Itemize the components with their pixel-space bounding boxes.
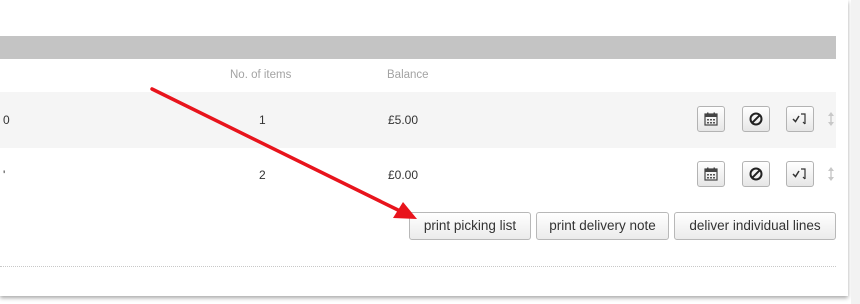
- print-delivery-note-button[interactable]: print delivery note: [536, 212, 669, 240]
- checklist-icon: [792, 168, 806, 180]
- cell-edge-text: 0: [3, 113, 10, 127]
- orders-panel: No. of items Balance 0 1 £5.00 ' 2 £0.00…: [0, 0, 848, 296]
- calendar-icon: [704, 167, 718, 181]
- cancel-button[interactable]: [742, 106, 770, 132]
- cell-balance: £5.00: [388, 113, 419, 127]
- deliver-row-button[interactable]: [786, 106, 814, 132]
- table-row: ' 2 £0.00: [0, 147, 836, 203]
- page-scrollbar[interactable]: [851, 0, 860, 304]
- checklist-icon: [792, 113, 806, 125]
- cell-no-of-items: 2: [259, 168, 266, 182]
- cancel-button[interactable]: [742, 161, 770, 187]
- column-header-no-of-items: No. of items: [230, 69, 292, 81]
- calendar-icon: [704, 112, 718, 126]
- print-picking-list-button[interactable]: print picking list: [409, 212, 531, 240]
- section-divider: [0, 266, 836, 267]
- cancel-icon: [749, 112, 763, 126]
- table-row: 0 1 £5.00: [0, 92, 836, 148]
- deliver-row-button[interactable]: [786, 161, 814, 187]
- deliver-individual-lines-button[interactable]: deliver individual lines: [674, 212, 836, 240]
- column-header-balance: Balance: [387, 69, 429, 81]
- schedule-button[interactable]: [697, 106, 725, 132]
- drag-handle-icon[interactable]: [827, 112, 835, 126]
- cell-edge-text: ': [3, 168, 6, 182]
- cancel-icon: [749, 167, 763, 181]
- drag-handle-icon[interactable]: [827, 167, 835, 181]
- cell-no-of-items: 1: [259, 113, 266, 127]
- table-header-bar: [0, 36, 836, 59]
- cell-balance: £0.00: [388, 168, 419, 182]
- schedule-button[interactable]: [697, 161, 725, 187]
